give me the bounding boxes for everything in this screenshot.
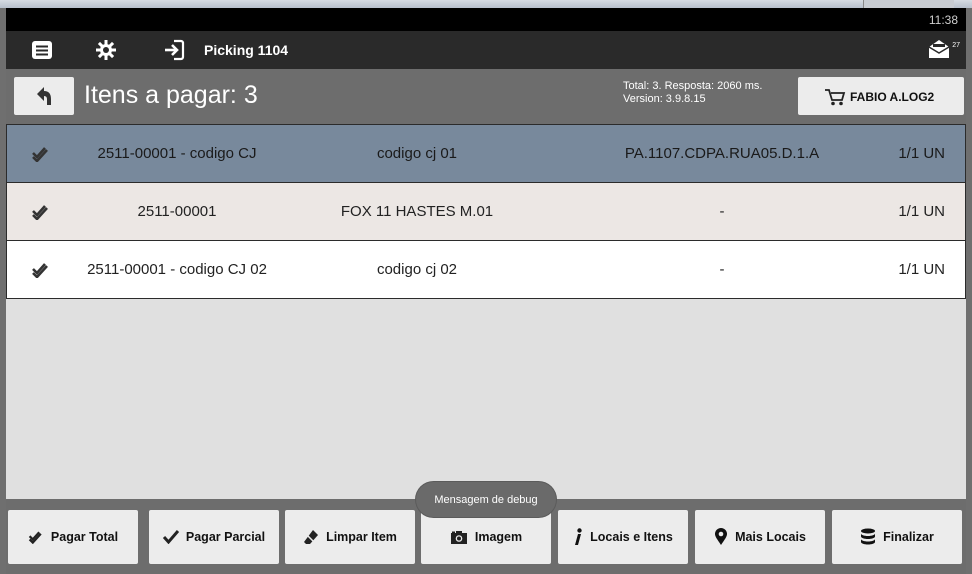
subheader: Itens a pagar: 3 Total: 3. Resposta: 206… xyxy=(6,69,966,124)
message-count-badge: 27 xyxy=(952,42,960,49)
pagar-total-button[interactable]: Pagar Total xyxy=(8,510,138,564)
host-window-controls[interactable] xyxy=(863,0,954,8)
menu-list-icon[interactable] xyxy=(30,38,54,62)
item-location: - xyxy=(719,261,725,278)
item-description: FOX 11 HASTES M.01 xyxy=(340,203,494,220)
item-location: PA.1107.CDPA.RUA05.D.1.A xyxy=(624,145,820,162)
check-icon xyxy=(162,530,179,544)
item-quantity: 1/1 UN xyxy=(898,145,945,162)
user-cart-button[interactable]: FABIO A.LOG2 xyxy=(798,77,964,115)
response-info: Total: 3. Resposta: 2060 ms. Version: 3.… xyxy=(623,80,762,106)
camera-icon xyxy=(450,530,467,544)
action-bar: Picking 1104 27 xyxy=(6,31,966,69)
item-description: codigo cj 02 xyxy=(376,261,458,278)
sign-in-icon[interactable] xyxy=(162,38,186,62)
item-code: 2511-00001 xyxy=(137,203,217,220)
database-icon xyxy=(861,528,876,545)
status-clock: 11:38 xyxy=(928,13,958,27)
double-check-icon xyxy=(28,531,42,544)
app-frame: 11:38 Picking 1104 27 Itens a pagar: 3 T… xyxy=(6,8,966,574)
version-info-line: Version: 3.9.8.15 xyxy=(623,93,706,105)
action-bar-title: Picking 1104 xyxy=(204,42,289,58)
debug-toast: Mensagem de debug xyxy=(416,482,556,517)
pagar-parcial-button[interactable]: Pagar Parcial xyxy=(149,510,279,564)
pagar-parcial-label: Pagar Parcial xyxy=(185,530,266,544)
user-label: FABIO A.LOG2 xyxy=(850,90,935,104)
limpar-item-label: Limpar Item xyxy=(326,530,397,544)
mais-locais-label: Mais Locais xyxy=(735,530,806,544)
finalizar-label: Finalizar xyxy=(883,530,934,544)
item-description: codigo cj 01 xyxy=(376,145,458,162)
page-title: Itens a pagar: 3 xyxy=(84,81,258,109)
undo-arrow-icon xyxy=(37,87,51,105)
item-row[interactable]: 2511-00001 - codigo CJ codigo cj 01 PA.1… xyxy=(6,124,966,183)
mais-locais-button[interactable]: Mais Locais xyxy=(695,510,825,564)
host-window-titlebar xyxy=(0,0,972,8)
eraser-icon xyxy=(304,530,319,544)
item-quantity: 1/1 UN xyxy=(898,261,945,278)
limpar-item-button[interactable]: Limpar Item xyxy=(285,510,415,564)
item-quantity: 1/1 UN xyxy=(898,203,945,220)
shopping-cart-icon xyxy=(825,89,846,106)
info-icon xyxy=(575,528,582,545)
item-row[interactable]: 2511-00001 FOX 11 HASTES M.01 - 1/1 UN xyxy=(6,182,966,241)
debug-toast-text: Mensagem de debug xyxy=(434,493,538,506)
imagem-label: Imagem xyxy=(474,530,523,544)
messages-button[interactable]: 27 xyxy=(928,39,960,61)
item-code: 2511-00001 - codigo CJ xyxy=(97,145,257,162)
imagem-button[interactable]: Imagem xyxy=(421,510,551,564)
back-button[interactable] xyxy=(14,77,74,115)
response-info-line: Total: 3. Resposta: 2060 ms. xyxy=(623,80,763,92)
item-location: - xyxy=(719,203,725,220)
map-marker-icon xyxy=(715,528,728,545)
settings-gear-icon[interactable] xyxy=(94,38,118,62)
status-bar: 11:38 xyxy=(6,8,966,31)
double-check-icon xyxy=(21,241,61,298)
double-check-icon xyxy=(21,125,61,182)
envelope-icon xyxy=(928,40,950,58)
locais-itens-button[interactable]: Locais e Itens xyxy=(558,510,688,564)
finalizar-button[interactable]: Finalizar xyxy=(832,510,962,564)
pagar-total-label: Pagar Total xyxy=(50,530,119,544)
item-row[interactable]: 2511-00001 - codigo CJ 02 codigo cj 02 -… xyxy=(6,240,966,299)
double-check-icon xyxy=(21,183,61,240)
locais-itens-label: Locais e Itens xyxy=(590,530,673,544)
item-code: 2511-00001 - codigo CJ 02 xyxy=(87,261,267,278)
